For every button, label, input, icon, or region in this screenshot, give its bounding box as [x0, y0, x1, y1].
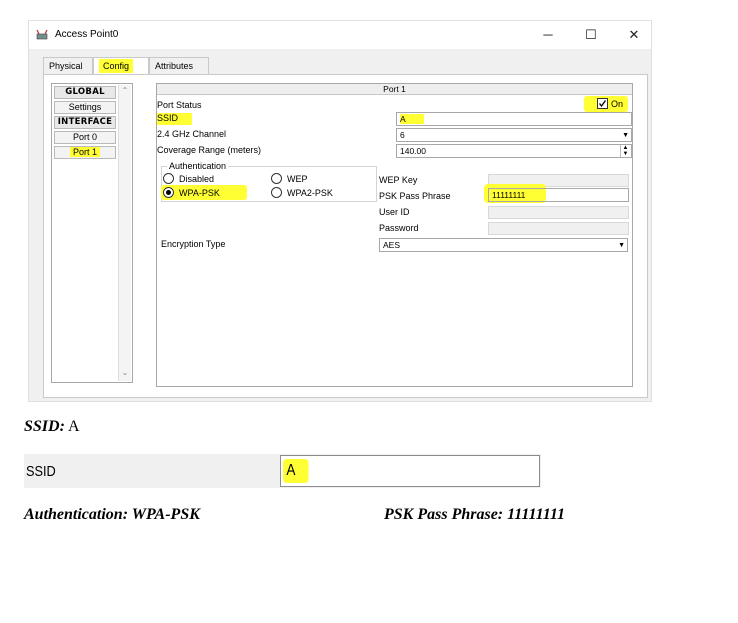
password-input[interactable] [488, 222, 629, 235]
sidebar: GLOBAL Settings INTERFACE Port 0 Port 1 … [51, 83, 133, 383]
tab-physical[interactable]: Physical [43, 57, 93, 74]
auth-wpa-psk-radio[interactable] [163, 187, 174, 198]
minimize-button[interactable]: ─ [537, 25, 559, 45]
zoom-ssid-label: SSID [26, 463, 56, 480]
scroll-up-arrow-icon[interactable]: ⌃ [119, 86, 131, 98]
ssid-caption-value: A [68, 418, 80, 435]
coverage-spinbox[interactable]: 140.00 ▲ ▼ [396, 144, 632, 158]
close-button[interactable]: ✕ [623, 25, 645, 45]
chevron-down-icon: ▼ [618, 242, 625, 249]
encryption-value: AES [383, 240, 401, 250]
sidebar-item-settings[interactable]: Settings [54, 101, 116, 114]
config-panel: GLOBAL Settings INTERFACE Port 0 Port 1 … [43, 74, 648, 398]
sidebar-item-port-0[interactable]: Port 0 [54, 131, 116, 144]
ssid-caption-label: SSID: [24, 418, 65, 435]
tab-config[interactable]: Config [93, 57, 149, 74]
user-id-input[interactable] [488, 206, 629, 219]
encryption-select[interactable]: AES ▼ [379, 238, 628, 252]
auth-wep-radio[interactable] [271, 173, 282, 184]
psk-input[interactable]: 11111111 [488, 188, 629, 202]
auth-wpa2-psk-label: WPA2-PSK [287, 188, 333, 198]
port-status-label: Port Status [157, 100, 202, 110]
maximize-button[interactable]: ☐ [580, 25, 602, 45]
tab-attributes-label: Attributes [155, 61, 194, 71]
wep-key-label: WEP Key [379, 175, 418, 185]
auth-wpa2-psk-radio[interactable] [271, 187, 282, 198]
scroll-down-arrow-icon[interactable]: ⌄ [119, 368, 131, 380]
coverage-value: 140.00 [400, 146, 426, 156]
port-header: Port 1 [157, 84, 632, 95]
sidebar-item-port-1-label: Port 1 [69, 147, 100, 157]
psk-value: 11111111 [492, 190, 526, 200]
channel-value: 6 [400, 130, 405, 140]
authentication-group-label: Authentication [167, 161, 229, 171]
sidebar-header-global[interactable]: GLOBAL [54, 86, 116, 99]
coverage-label: Coverage Range (meters) [157, 145, 262, 155]
ssid-zoom-strip: SSID A [24, 454, 541, 488]
psk-label: PSK Pass Phrase [379, 191, 451, 201]
psk-caption: PSK Pass Phrase: 11111111 [384, 506, 565, 524]
tab-config-label: Config [99, 59, 134, 73]
tab-attributes[interactable]: Attributes [149, 57, 209, 74]
sidebar-header-interface[interactable]: INTERFACE [54, 116, 116, 129]
port-status-on-label: On [611, 99, 624, 109]
auth-disabled-label: Disabled [179, 174, 215, 184]
auth-caption: Authentication: WPA-PSK [24, 506, 200, 524]
password-label: Password [379, 223, 419, 233]
tab-physical-label: Physical [49, 61, 83, 71]
sidebar-scrollbar[interactable]: ⌃ ⌄ [118, 85, 131, 381]
ssid-value: A [400, 114, 424, 124]
zoom-ssid-input: A [280, 455, 540, 487]
channel-label: 2.4 GHz Channel [157, 129, 227, 139]
spin-arrows-icon[interactable]: ▲ ▼ [620, 145, 630, 157]
port-status-toggle[interactable]: On [584, 96, 628, 112]
ssid-caption: SSID: A [24, 418, 80, 436]
app-window: Access Point0 ─ ☐ ✕ Physical Config Attr… [28, 20, 652, 402]
chevron-down-icon: ▼ [622, 132, 629, 139]
auth-wpa-psk-label: WPA-PSK [179, 188, 220, 198]
radio-selected-dot [166, 190, 171, 195]
ssid-input[interactable]: A [396, 112, 632, 126]
psk-caption-text: PSK Pass Phrase: 11111111 [384, 506, 565, 523]
access-point-icon [36, 29, 50, 41]
auth-disabled-radio[interactable] [163, 173, 174, 184]
ssid-label: SSID [157, 113, 193, 125]
user-id-label: User ID [379, 207, 410, 217]
encryption-label: Encryption Type [161, 239, 226, 249]
auth-wep-label: WEP [287, 174, 308, 184]
sidebar-item-port-1[interactable]: Port 1 [54, 146, 116, 159]
title-bar: Access Point0 ─ ☐ ✕ [29, 21, 651, 49]
port-settings-panel: Port 1 Port Status On SSID A 2.4 GHz Cha… [156, 83, 633, 387]
auth-caption-text: Authentication: WPA-PSK [24, 506, 200, 523]
checkbox-checked-icon[interactable] [597, 98, 608, 109]
window-title: Access Point0 [55, 29, 119, 40]
channel-select[interactable]: 6 ▼ [396, 128, 632, 142]
zoom-ssid-value: A [283, 459, 309, 483]
